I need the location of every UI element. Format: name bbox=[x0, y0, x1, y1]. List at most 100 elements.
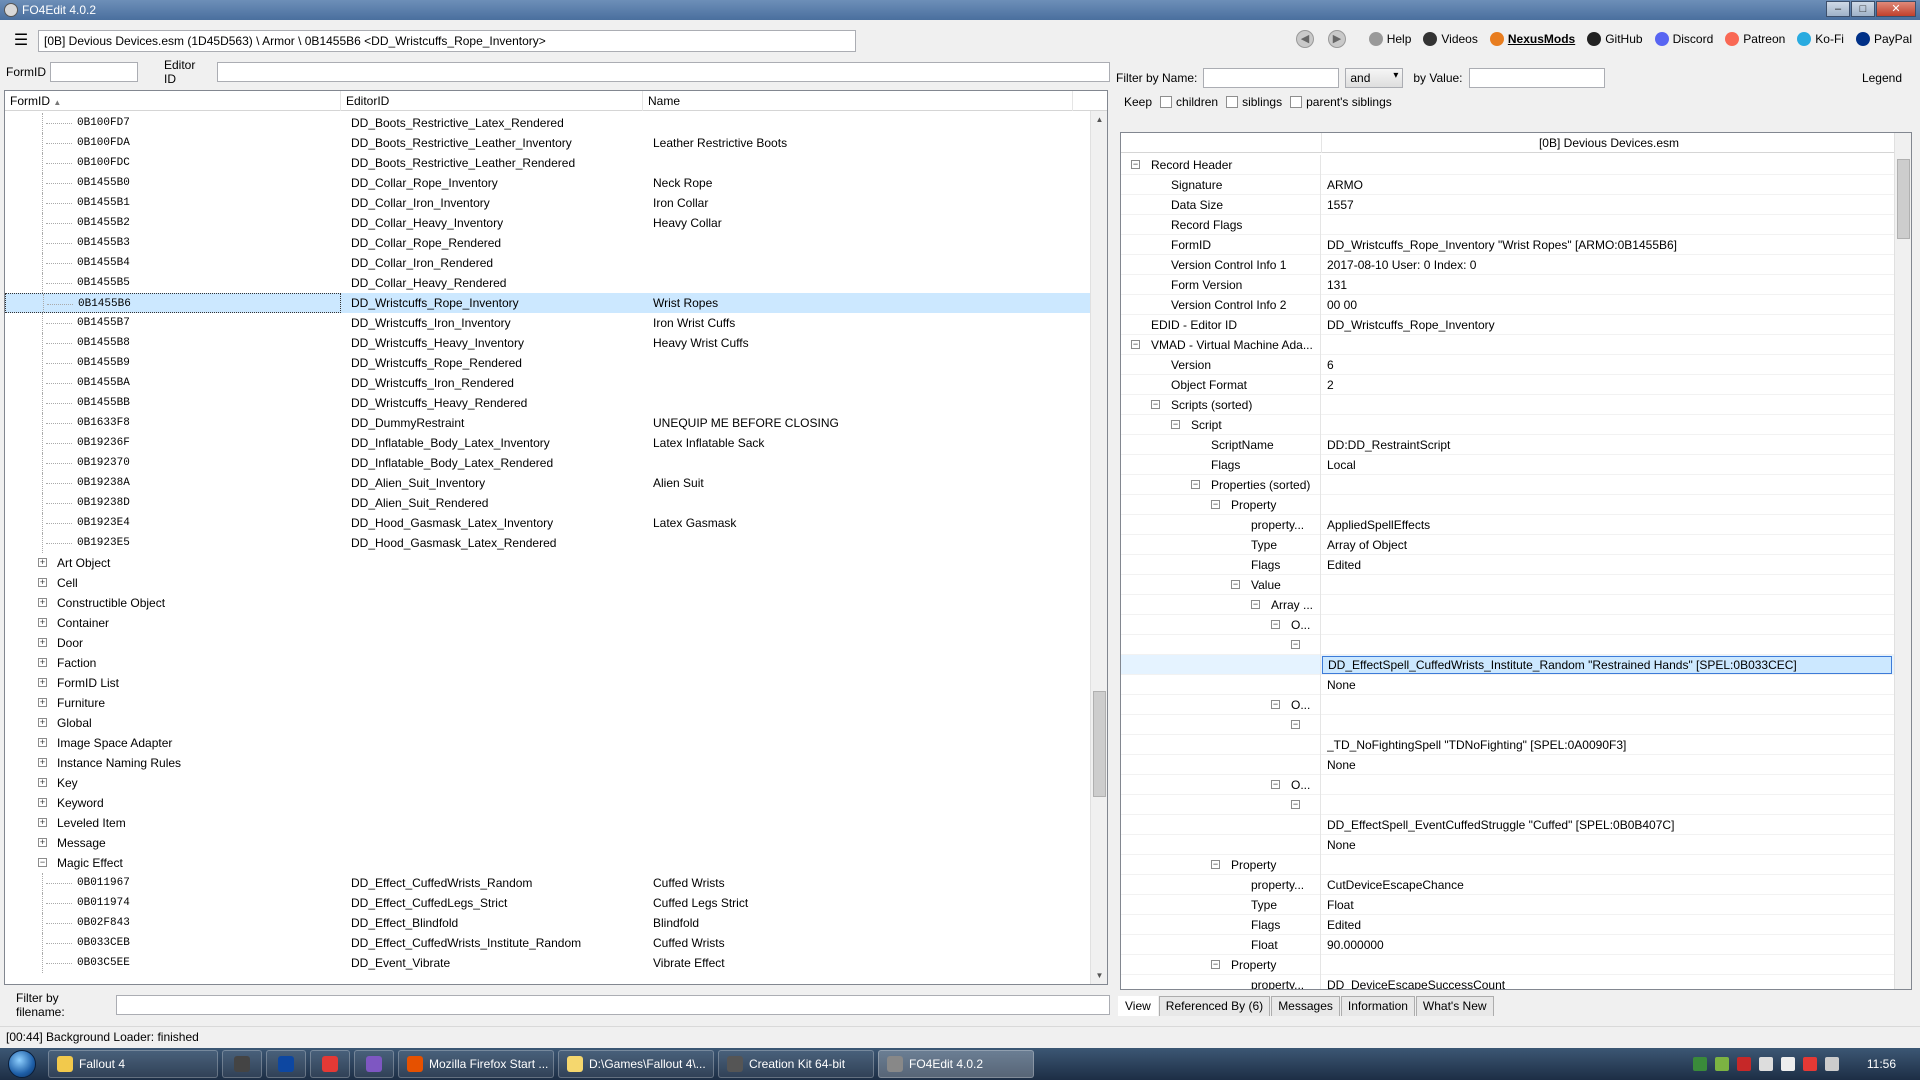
collapse-icon[interactable]: − bbox=[1271, 620, 1280, 629]
keep-siblings-checkbox[interactable] bbox=[1226, 96, 1239, 108]
record-field-row[interactable]: Record Flags bbox=[1121, 215, 1896, 235]
paypal-link[interactable]: PayPal bbox=[1855, 32, 1912, 46]
tree-group[interactable]: + Container bbox=[5, 613, 1091, 633]
record-field-row[interactable]: Flags Edited bbox=[1121, 555, 1896, 575]
record-row[interactable]: 0B03C5EE DD_Event_Vibrate Vibrate Effect bbox=[5, 953, 1091, 973]
tree-group[interactable]: + Key bbox=[5, 773, 1091, 793]
field-value[interactable]: Local bbox=[1327, 455, 1887, 475]
record-field-row[interactable]: Type Float bbox=[1121, 895, 1896, 915]
expand-icon[interactable]: + bbox=[38, 658, 47, 667]
field-value[interactable]: DD_Wristcuffs_Rope_Inventory "Wrist Rope… bbox=[1327, 235, 1887, 255]
collapse-icon[interactable]: − bbox=[1291, 800, 1300, 809]
help-link[interactable]: Help bbox=[1368, 32, 1411, 46]
collapse-icon[interactable]: − bbox=[1271, 700, 1280, 709]
expand-icon[interactable]: + bbox=[38, 778, 47, 787]
field-value[interactable]: 131 bbox=[1327, 275, 1887, 295]
network-icon[interactable] bbox=[1780, 1057, 1795, 1071]
record-row[interactable]: 0B1455B4 DD_Collar_Iron_Rendered bbox=[5, 253, 1091, 273]
record-row[interactable]: 0B1923E5 DD_Hood_Gasmask_Latex_Rendered bbox=[5, 533, 1091, 553]
clock[interactable]: 11:56 bbox=[1867, 1057, 1896, 1071]
record-row[interactable]: 0B1455B0 DD_Collar_Rope_Inventory Neck Rop… bbox=[5, 173, 1091, 193]
expand-icon[interactable]: + bbox=[38, 738, 47, 747]
tree-group[interactable]: + Faction bbox=[5, 653, 1091, 673]
record-row[interactable]: 0B1455BB DD_Wristcuffs_Heavy_Rendered bbox=[5, 393, 1091, 413]
record-row[interactable]: 0B1455B8 DD_Wristcuffs_Heavy_Inventory Hea… bbox=[5, 333, 1091, 353]
record-field-row[interactable]: − VMAD - Virtual Machine Ada... bbox=[1121, 335, 1896, 355]
expand-icon[interactable]: + bbox=[38, 718, 47, 727]
record-tree-scrollbar[interactable]: ▲ ▼ bbox=[1090, 111, 1107, 984]
field-value[interactable]: None bbox=[1327, 675, 1887, 695]
plugin-column-header[interactable]: [0B] Devious Devices.esm bbox=[1321, 133, 1896, 153]
record-field-row[interactable]: Type Array of Object bbox=[1121, 535, 1896, 555]
patreon-link[interactable]: Patreon bbox=[1725, 32, 1785, 46]
record-field-row[interactable]: − O... bbox=[1121, 615, 1896, 635]
record-row[interactable]: 0B1455B1 DD_Collar_Iron_Inventory Iron Col… bbox=[5, 193, 1091, 213]
record-row[interactable]: 0B1455B7 DD_Wristcuffs_Iron_Inventory Iron… bbox=[5, 313, 1091, 333]
field-value[interactable]: 1557 bbox=[1327, 195, 1887, 215]
collapse-icon[interactable]: − bbox=[1131, 340, 1140, 349]
field-value[interactable]: Edited bbox=[1327, 555, 1887, 575]
record-row[interactable]: 0B19238A DD_Alien_Suit_Inventory Alien Sui… bbox=[5, 473, 1091, 493]
record-row[interactable]: 0B19236F DD_Inflatable_Body_Latex_Invento… bbox=[5, 433, 1091, 453]
record-row[interactable]: 0B1455BA DD_Wristcuffs_Iron_Rendered bbox=[5, 373, 1091, 393]
record-field-row[interactable]: DD_EffectSpell_EventCuffedStruggle "Cuff… bbox=[1121, 815, 1896, 835]
collapse-icon[interactable]: − bbox=[1151, 400, 1160, 409]
field-value[interactable]: Edited bbox=[1327, 915, 1887, 935]
tree-group[interactable]: + Furniture bbox=[5, 693, 1091, 713]
field-value[interactable]: DD_EffectSpell_CuffedWrists_Institute_Ra… bbox=[1322, 656, 1892, 674]
minimize-button[interactable]: – bbox=[1826, 1, 1850, 17]
taskbar-item[interactable] bbox=[354, 1050, 394, 1078]
discord-link[interactable]: Discord bbox=[1654, 32, 1713, 46]
scrollbar-thumb[interactable] bbox=[1897, 159, 1910, 239]
taskbar-item[interactable]: Creation Kit 64-bit bbox=[718, 1050, 874, 1078]
field-value[interactable]: 2017-08-10 User: 0 Index: 0 bbox=[1327, 255, 1887, 275]
record-field-row[interactable]: Form Version 131 bbox=[1121, 275, 1896, 295]
field-value[interactable]: 2 bbox=[1327, 375, 1887, 395]
record-field-row[interactable]: Signature ARMO bbox=[1121, 175, 1896, 195]
record-tree[interactable]: FormID ▲ EditorID Name 0B100FD7 DD_Boots_… bbox=[4, 90, 1108, 985]
tree-group[interactable]: + Global bbox=[5, 713, 1091, 733]
column-header-formid[interactable]: FormID ▲ bbox=[5, 91, 341, 111]
collapse-icon[interactable]: − bbox=[1291, 640, 1300, 649]
record-row[interactable]: 0B011974 DD_Effect_CuffedLegs_Strict Cuffe… bbox=[5, 893, 1091, 913]
taskbar-item[interactable] bbox=[222, 1050, 262, 1078]
tree-group[interactable]: + Constructible Object bbox=[5, 593, 1091, 613]
collapse-icon[interactable]: − bbox=[1211, 500, 1220, 509]
back-icon[interactable]: ◀ bbox=[1296, 30, 1314, 48]
keep-parents-siblings-checkbox[interactable] bbox=[1290, 96, 1303, 108]
tree-group[interactable]: + FormID List bbox=[5, 673, 1091, 693]
record-field-row[interactable]: Version Control Info 2 00 00 bbox=[1121, 295, 1896, 315]
record-path-field[interactable]: [0B] Devious Devices.esm (1D45D563) \ Ar… bbox=[38, 30, 856, 52]
collapse-icon[interactable]: − bbox=[1211, 960, 1220, 969]
record-field-row[interactable]: ScriptName DD:DD_RestraintScript bbox=[1121, 435, 1896, 455]
collapse-icon[interactable]: − bbox=[1191, 480, 1200, 489]
tab-information[interactable]: Information bbox=[1340, 996, 1415, 1016]
record-field-row[interactable]: Object Format 2 bbox=[1121, 375, 1896, 395]
tree-group[interactable]: + Message bbox=[5, 833, 1091, 853]
record-view-tree[interactable]: [0B] Devious Devices.esm − Record Header S… bbox=[1120, 132, 1912, 990]
record-field-row[interactable]: None bbox=[1121, 675, 1896, 695]
close-button[interactable]: ✕ bbox=[1876, 1, 1916, 17]
filter-by-name-input[interactable] bbox=[1203, 68, 1340, 88]
legend-button[interactable]: Legend bbox=[1862, 71, 1902, 85]
tray-icon[interactable] bbox=[1692, 1057, 1707, 1071]
collapse-icon[interactable]: − bbox=[1131, 160, 1140, 169]
record-field-row[interactable]: Data Size 1557 bbox=[1121, 195, 1896, 215]
keep-children-checkbox[interactable] bbox=[1160, 96, 1173, 108]
record-field-row[interactable]: − bbox=[1121, 635, 1896, 655]
field-value[interactable]: None bbox=[1327, 755, 1887, 775]
record-field-row[interactable]: DD_EffectSpell_CuffedWrists_Institute_Ra… bbox=[1121, 655, 1896, 675]
tree-group[interactable]: + Keyword bbox=[5, 793, 1091, 813]
expand-icon[interactable]: + bbox=[38, 698, 47, 707]
record-field-row[interactable]: − bbox=[1121, 715, 1896, 735]
filename-filter-input[interactable] bbox=[116, 995, 1110, 1015]
videos-link[interactable]: Videos bbox=[1423, 32, 1478, 46]
github-link[interactable]: GitHub bbox=[1587, 32, 1643, 46]
record-field-row[interactable]: − Property bbox=[1121, 855, 1896, 875]
tray-icon[interactable] bbox=[1714, 1057, 1729, 1071]
record-field-row[interactable]: − O... bbox=[1121, 775, 1896, 795]
expand-icon[interactable]: + bbox=[38, 818, 47, 827]
record-field-row[interactable]: − Properties (sorted) bbox=[1121, 475, 1896, 495]
collapse-icon[interactable]: − bbox=[1251, 600, 1260, 609]
taskbar-item[interactable] bbox=[310, 1050, 350, 1078]
